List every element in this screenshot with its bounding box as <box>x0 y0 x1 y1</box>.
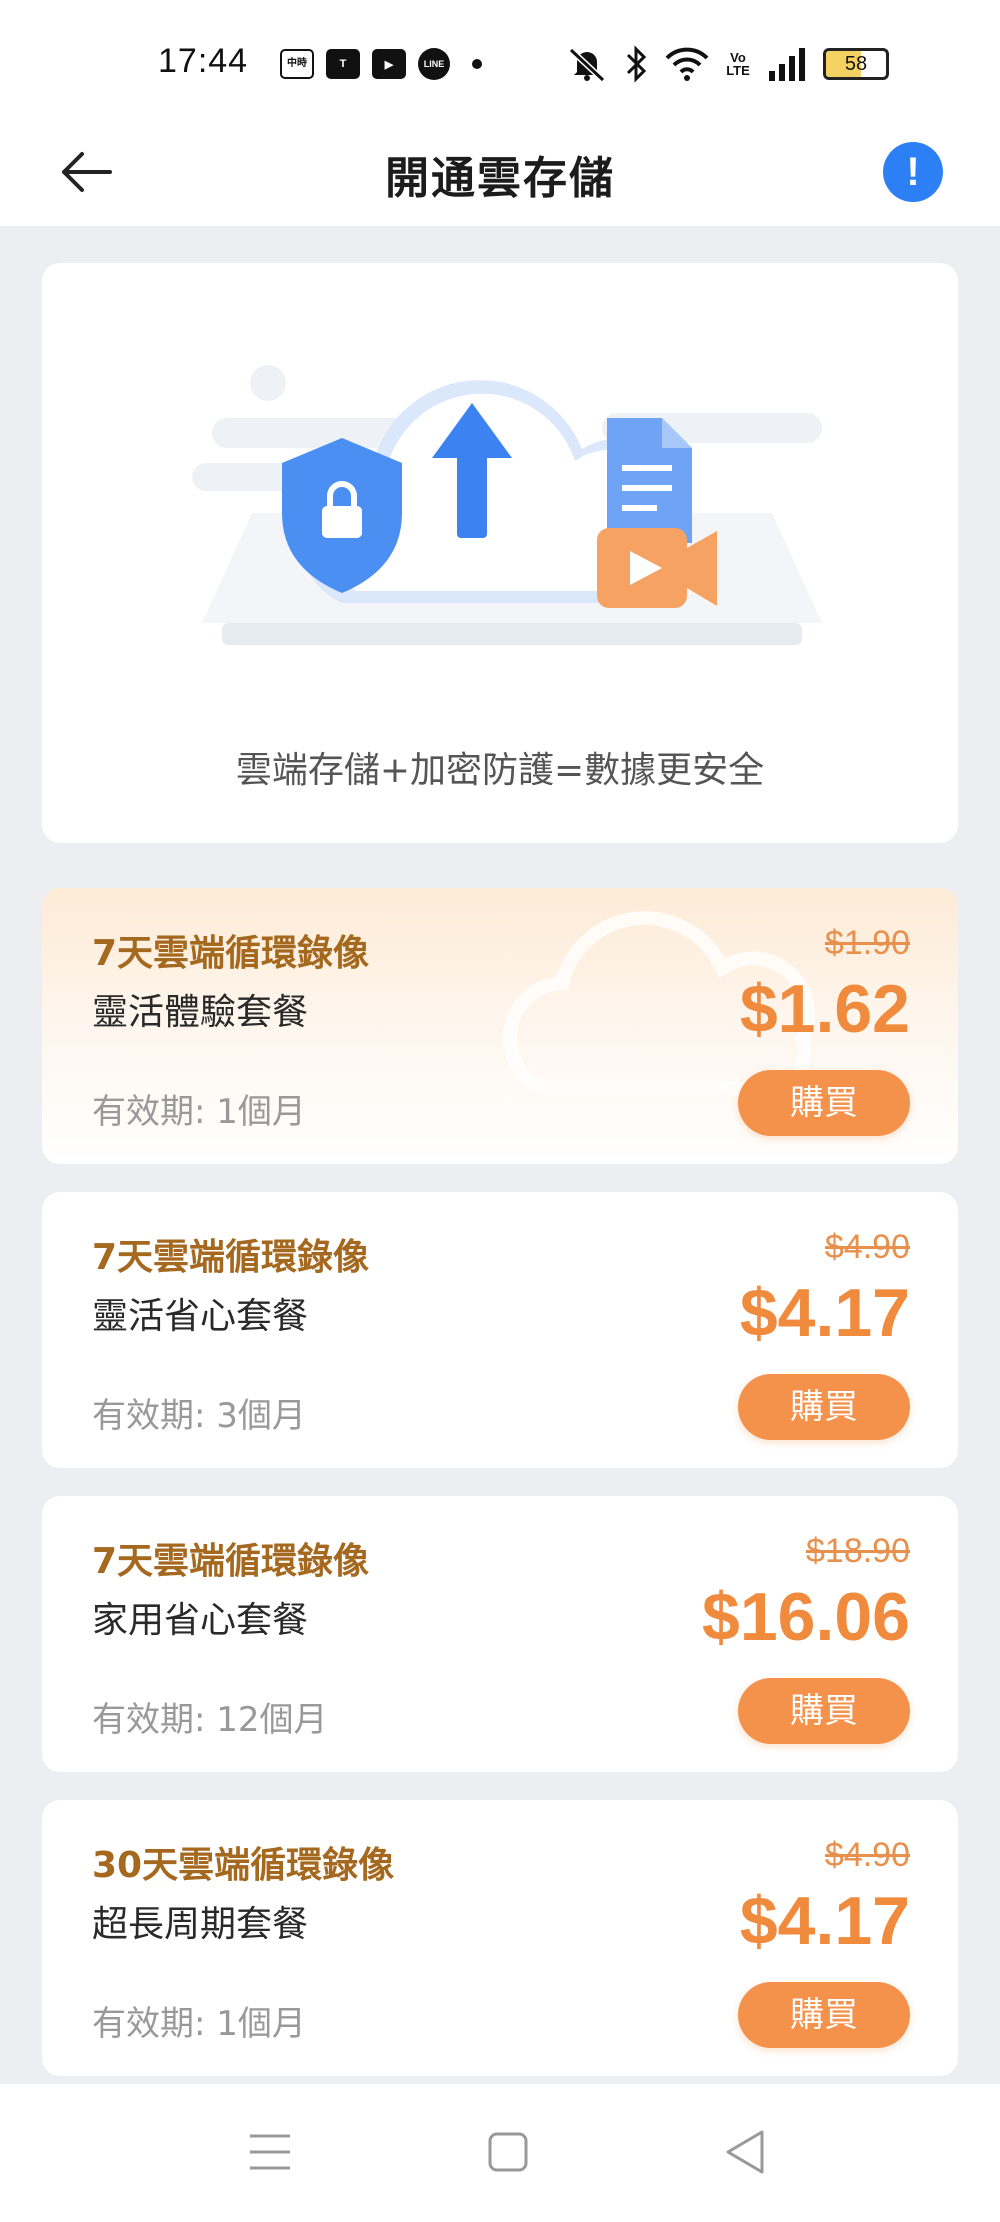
plan-validity: 有效期: 12個月 <box>92 1700 328 1740</box>
mute-icon <box>568 47 606 83</box>
plan-type: 7天雲端循環錄像 <box>92 1541 370 1582</box>
more-notifications-dot <box>472 59 482 69</box>
plan-validity: 有效期: 3個月 <box>92 1396 306 1436</box>
plan-type: 7天雲端循環錄像 <box>92 1237 370 1278</box>
plan-name: 家用省心套餐 <box>92 1600 309 1641</box>
plan-card: 30天雲端循環錄像 超長周期套餐 有效期: 1個月 $4.90 $4.17 購買 <box>42 1800 958 2076</box>
menu-lines-icon <box>250 2134 290 2170</box>
plan-card: 7天雲端循環錄像 靈活體驗套餐 有效期: 1個月 $1.90 $1.62 購買 <box>42 888 958 1164</box>
plan-name: 超長周期套餐 <box>92 1904 309 1945</box>
system-icons: Vo LTE 58 <box>565 44 889 84</box>
app-header: 開通雲存儲 ! <box>0 120 1000 226</box>
plan-card: 7天雲端循環錄像 靈活省心套餐 有效期: 3個月 $4.90 $4.17 購買 <box>42 1192 958 1468</box>
cloud-storage-illustration <box>192 365 822 645</box>
plan-name: 靈活省心套餐 <box>92 1296 309 1337</box>
battery-level: 58 <box>844 52 868 75</box>
cloud-storage-banner: 雲端存儲+加密防護=數據更安全 <box>42 263 958 843</box>
system-back-button[interactable] <box>716 2122 776 2182</box>
signal-icon <box>769 48 805 81</box>
plan-type: 30天雲端循環錄像 <box>92 1845 395 1886</box>
wifi-icon <box>665 47 709 81</box>
buy-button[interactable]: 購買 <box>738 1982 910 2048</box>
original-price: $18.90 <box>806 1532 910 1570</box>
original-price: $1.90 <box>824 924 910 962</box>
recent-apps-button[interactable] <box>240 2122 300 2182</box>
buy-button[interactable]: 購買 <box>738 1070 910 1136</box>
banner-caption: 雲端存儲+加密防護=數據更安全 <box>235 750 765 791</box>
triangle-back-icon <box>726 2130 764 2174</box>
bluetooth-icon <box>626 45 647 83</box>
square-icon <box>488 2132 528 2172</box>
plan-price: $4.17 <box>739 1883 910 1959</box>
plan-price: $16.06 <box>702 1579 910 1655</box>
tvbs-icon: T <box>326 49 360 79</box>
battery-icon: 58 <box>823 48 889 80</box>
plan-type: 7天雲端循環錄像 <box>92 933 370 974</box>
original-price: $4.90 <box>824 1228 910 1266</box>
plan-price: $4.17 <box>739 1275 910 1351</box>
page-title: 開通雲存儲 <box>385 153 615 204</box>
plan-name: 靈活體驗套餐 <box>92 992 309 1033</box>
status-bar: 17:44 中時 T ▶ LINE Vo LTE 58 <box>0 0 1000 120</box>
youtube-icon: ▶ <box>372 49 406 79</box>
original-price: $4.90 <box>824 1836 910 1874</box>
plan-validity: 有效期: 1個月 <box>92 1092 306 1132</box>
notification-icons: 中時 T ▶ LINE <box>280 46 482 82</box>
buy-button[interactable]: 購買 <box>738 1374 910 1440</box>
buy-button[interactable]: 購買 <box>738 1678 910 1744</box>
volte-indicator: Vo LTE <box>726 50 750 78</box>
line-icon: LINE <box>418 48 450 80</box>
info-button[interactable]: ! <box>883 142 943 202</box>
status-time: 17:44 <box>158 42 249 80</box>
plan-card: 7天雲端循環錄像 家用省心套餐 有效期: 12個月 $18.90 $16.06 … <box>42 1496 958 1772</box>
home-button[interactable] <box>478 2122 538 2182</box>
system-navigation-bar <box>0 2084 1000 2222</box>
plan-price: $1.62 <box>739 971 910 1047</box>
chinatimes-news-icon: 中時 <box>280 49 314 79</box>
plan-validity: 有效期: 1個月 <box>92 2004 306 2044</box>
